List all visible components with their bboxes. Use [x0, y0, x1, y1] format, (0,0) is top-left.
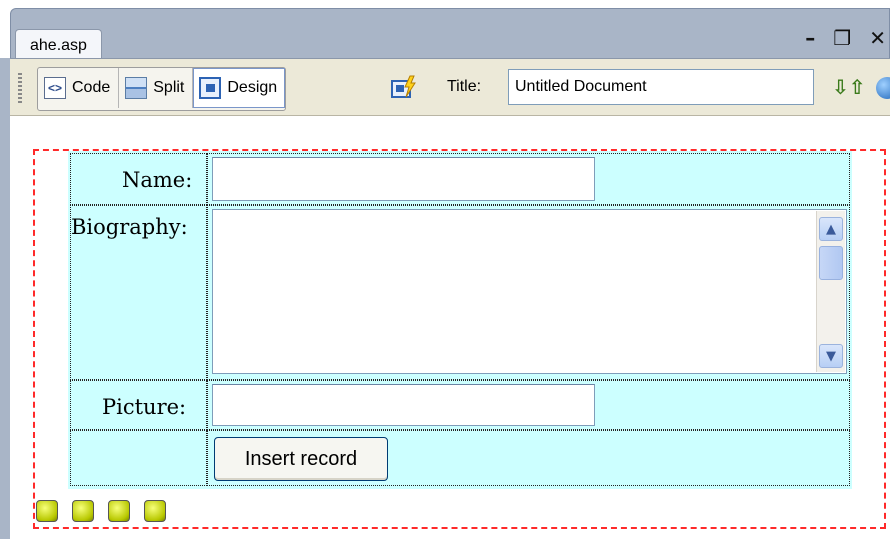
close-button[interactable]: ✕ — [869, 26, 886, 50]
toolbar-grip[interactable] — [18, 73, 22, 103]
restore-button[interactable]: ❐ — [833, 26, 851, 50]
split-view-button[interactable]: Split — [119, 68, 194, 108]
picture-input[interactable] — [212, 384, 595, 426]
server-behavior-icons — [36, 500, 166, 522]
biography-textarea[interactable]: ▲ ▼ — [212, 209, 847, 374]
insert-record-button[interactable]: Insert record — [214, 437, 388, 481]
name-input[interactable] — [212, 157, 595, 201]
window-frame-left — [0, 0, 10, 539]
design-view-label: Design — [227, 79, 278, 96]
biography-scrollbar[interactable]: ▲ ▼ — [816, 211, 845, 372]
document-tab-bar: ahe.asp – ❐ ✕ — [0, 0, 890, 61]
design-view-icon — [199, 77, 222, 99]
asp-icon[interactable] — [36, 500, 58, 522]
biography-label: Biography: — [71, 215, 188, 239]
title-label: Title: — [447, 78, 482, 95]
view-switcher: <> Code Split Design — [37, 67, 287, 111]
asp-icon[interactable] — [108, 500, 130, 522]
scroll-down-icon[interactable]: ▼ — [819, 344, 843, 368]
file-management-icon[interactable]: ⇩⇧ — [832, 75, 866, 99]
code-view-icon: <> — [44, 77, 66, 99]
asp-icon[interactable] — [72, 500, 94, 522]
window-controls: – ❐ ✕ — [805, 26, 886, 50]
preview-in-browser-icon[interactable] — [876, 77, 890, 99]
asp-icon[interactable] — [144, 500, 166, 522]
tab-ahe-asp[interactable]: ahe.asp — [15, 29, 102, 61]
picture-label: Picture: — [102, 395, 187, 419]
design-view-button[interactable]: Design — [193, 68, 286, 108]
submit-label-cell — [70, 430, 207, 486]
live-data-icon[interactable] — [390, 75, 418, 101]
document-toolbar: <> Code Split Design Title: Untitled Doc… — [10, 58, 890, 116]
name-label: Name: — [122, 168, 193, 192]
scroll-thumb[interactable] — [819, 246, 843, 280]
minimize-button[interactable]: – — [805, 26, 815, 50]
tab-bar-background — [10, 8, 890, 58]
split-view-label: Split — [153, 79, 185, 96]
code-view-button[interactable]: <> Code — [38, 68, 120, 108]
title-input[interactable]: Untitled Document — [508, 69, 814, 105]
scroll-up-icon[interactable]: ▲ — [819, 217, 843, 241]
code-view-label: Code — [72, 79, 111, 96]
split-view-icon — [125, 77, 148, 99]
